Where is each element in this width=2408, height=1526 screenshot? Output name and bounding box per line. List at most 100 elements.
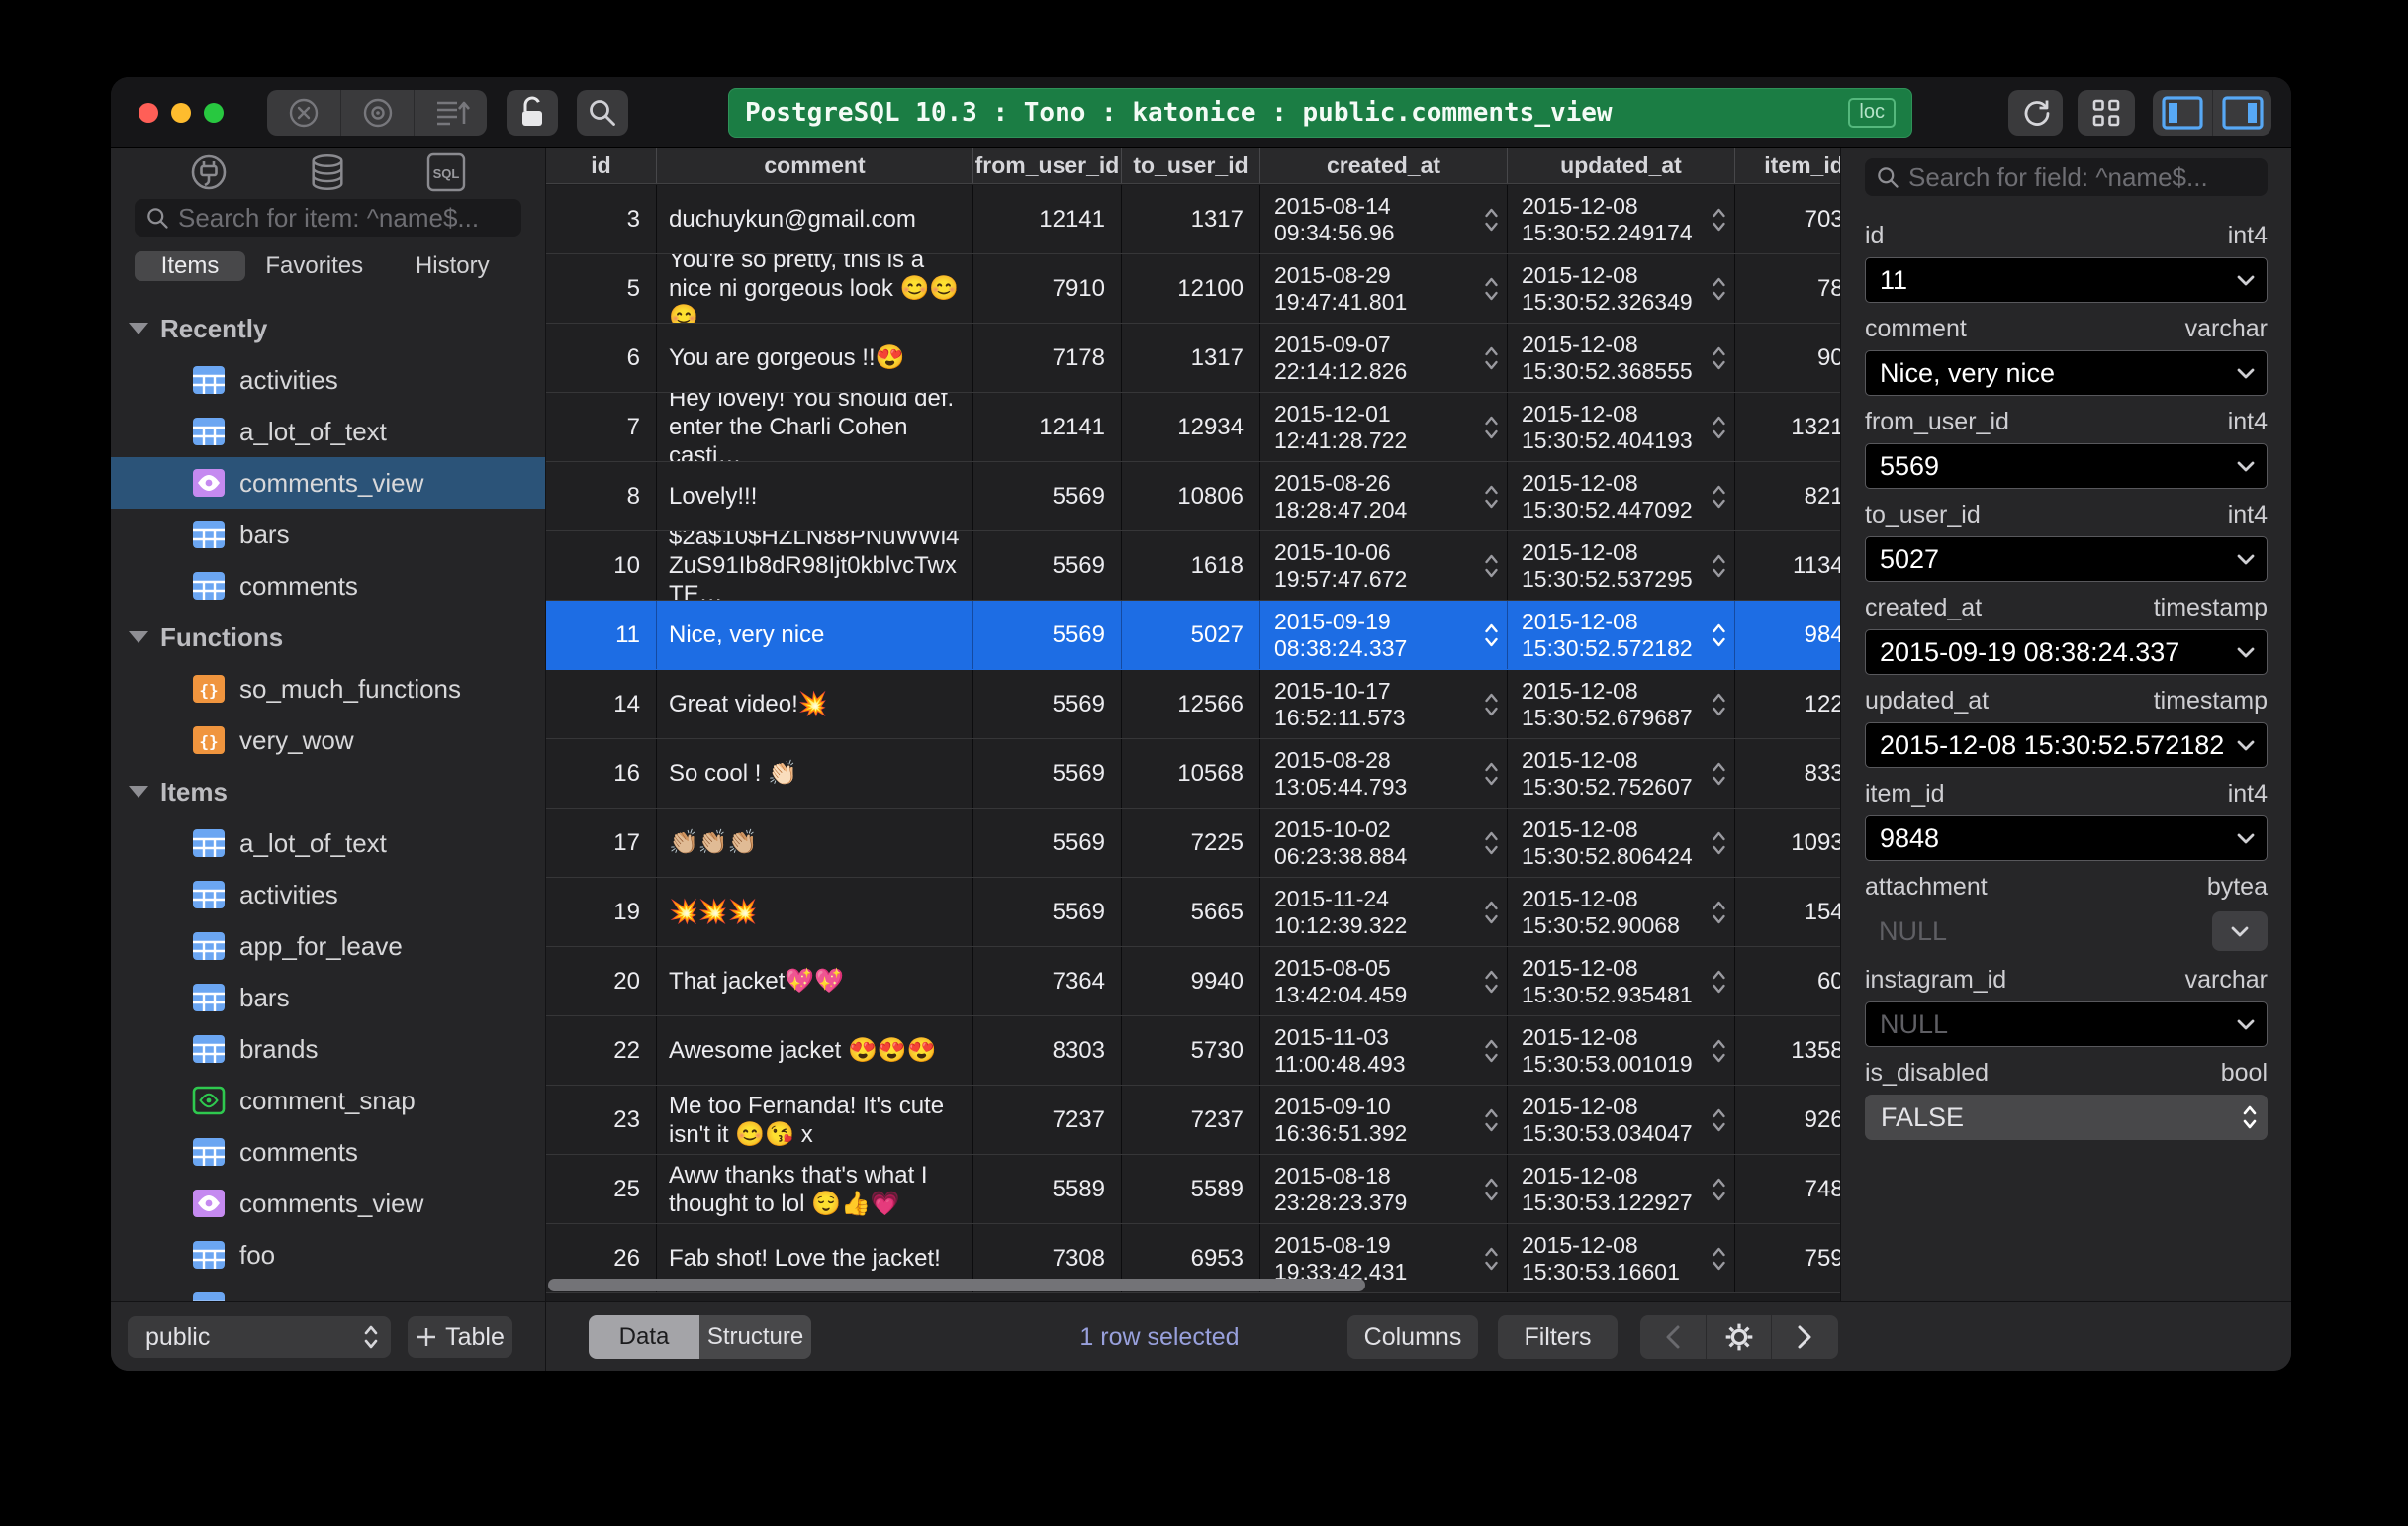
cell-item-id[interactable]: 7034 [1735,185,1840,253]
cell-item-id[interactable]: 9848 [1735,601,1840,669]
cell-updated-at[interactable]: 2015-12-08 15:30:53.034047 [1508,1086,1735,1154]
target-button[interactable] [340,90,414,136]
cell-item-id[interactable]: 1227 [1735,670,1840,738]
cell-id[interactable]: 10 [546,531,657,600]
cell-to-user-id[interactable]: 1317 [1122,324,1260,392]
timestamp-stepper[interactable] [1484,1175,1499,1204]
cell-item-id[interactable]: 8339 [1735,739,1840,808]
cell-to-user-id[interactable]: 5665 [1122,878,1260,946]
sidebar-item-comments[interactable]: comments [111,560,545,612]
cell-updated-at[interactable]: 2015-12-08 15:30:52.572182 [1508,601,1735,669]
column-header-comment[interactable]: comment [657,148,973,183]
cell-id[interactable]: 25 [546,1155,657,1223]
cell-id[interactable]: 20 [546,947,657,1015]
table-search-button[interactable] [577,90,628,136]
cell-from-user-id[interactable]: 5569 [973,601,1122,669]
timestamp-stepper[interactable] [1712,274,1726,304]
sidebar-item-a_lot_of_text[interactable]: a_lot_of_text [111,406,545,457]
cell-updated-at[interactable]: 2015-12-08 15:30:52.447092 [1508,462,1735,530]
cell-id[interactable]: 7 [546,393,657,461]
cell-id[interactable]: 5 [546,254,657,323]
column-header-item_id[interactable]: item_id [1735,148,1840,183]
cell-from-user-id[interactable]: 8303 [973,1016,1122,1085]
database-icon[interactable] [307,151,348,193]
cell-created-at[interactable]: 2015-11-24 10:12:39.322 [1260,878,1508,946]
sidebar-item-comments[interactable]: comments [111,1126,545,1178]
cell-to-user-id[interactable]: 12934 [1122,393,1260,461]
table-row-id-11[interactable]: 11 Nice, very nice 5569 5027 2015-09-19 08:38… [546,601,1840,670]
cell-to-user-id[interactable]: 9940 [1122,947,1260,1015]
cell-id[interactable]: 14 [546,670,657,738]
columns-button[interactable]: Columns [1347,1315,1478,1359]
timestamp-stepper[interactable] [1712,759,1726,789]
cell-created-at[interactable]: 2015-08-18 23:28:23.379 [1260,1155,1508,1223]
column-header-created_at[interactable]: created_at [1260,148,1508,183]
connection-title-bar[interactable]: PostgreSQL 10.3 : Tono : katonice : publ… [728,88,1912,138]
tab-structure[interactable]: Structure [699,1315,811,1359]
timestamp-stepper[interactable] [1484,343,1499,373]
cell-item-id[interactable]: 10933 [1735,809,1840,877]
cell-id[interactable]: 23 [546,1086,657,1154]
sidebar-group-header[interactable]: Recently [111,303,545,354]
cell-created-at[interactable]: 2015-08-29 19:47:41.801 [1260,254,1508,323]
timestamp-stepper[interactable] [1712,828,1726,858]
timestamp-stepper[interactable] [1484,759,1499,789]
cell-from-user-id[interactable]: 5569 [973,462,1122,530]
updated_at-value-dropdown[interactable]: 2015-12-08 15:30:52.572182 [1865,722,2268,768]
cell-comment[interactable]: 👏🏼👏🏼👏🏼 [657,809,973,877]
cell-item-id[interactable]: 608 [1735,947,1840,1015]
sidebar-item-activities[interactable]: activities [111,354,545,406]
cell-created-at[interactable]: 2015-09-07 22:14:12.826 [1260,324,1508,392]
sidebar-item-comment_snap[interactable]: comment_snap [111,1075,545,1126]
cell-updated-at[interactable]: 2015-12-08 15:30:52.679687 [1508,670,1735,738]
timestamp-stepper[interactable] [1712,898,1726,927]
timestamp-stepper[interactable] [1712,1036,1726,1066]
cell-from-user-id[interactable]: 12141 [973,393,1122,461]
table-row-id-17[interactable]: 17 👏🏼👏🏼👏🏼 5569 7225 2015-10-02 06:23:38.884 20… [546,809,1840,878]
cell-comment[interactable]: $2a$10$HZLN88PNuWWi4ZuS91Ib8dR98Ijt0kblv… [657,531,973,600]
cell-comment[interactable]: Hey lovely! You should def. enter the Ch… [657,393,973,461]
cell-comment[interactable]: 💥💥💥 [657,878,973,946]
cell-comment[interactable]: duchuykun@gmail.com [657,185,973,253]
cell-to-user-id[interactable]: 1618 [1122,531,1260,600]
cell-item-id[interactable]: 13213 [1735,393,1840,461]
comment-value-dropdown[interactable]: Nice, very nice [1865,350,2268,396]
table-row-id-10[interactable]: 10 $2a$10$HZLN88PNuWWi4ZuS91Ib8dR98Ijt0kb… [546,531,1840,601]
cell-from-user-id[interactable]: 5569 [973,739,1122,808]
titlebar[interactable]: PostgreSQL 10.3 : Tono : katonice : publ… [111,77,2291,148]
timestamp-stepper[interactable] [1712,413,1726,442]
cell-item-id[interactable]: 13580 [1735,1016,1840,1085]
cell-from-user-id[interactable]: 7178 [973,324,1122,392]
timestamp-stepper[interactable] [1484,1244,1499,1274]
toggle-right-sidebar-button[interactable] [2212,90,2271,136]
cell-created-at[interactable]: 2015-08-26 18:28:47.204 [1260,462,1508,530]
timestamp-stepper[interactable] [1484,620,1499,650]
cell-item-id[interactable]: 789 [1735,254,1840,323]
sidebar-item-bars[interactable]: bars [111,509,545,560]
cell-to-user-id[interactable]: 5589 [1122,1155,1260,1223]
id-value-dropdown[interactable]: 11 [1865,257,2268,303]
timestamp-stepper[interactable] [1484,205,1499,235]
timestamp-stepper[interactable] [1712,967,1726,997]
attachment-dropdown-button[interactable] [2212,911,2268,951]
timestamp-stepper[interactable] [1484,1105,1499,1135]
timestamp-stepper[interactable] [1712,1175,1726,1204]
cell-id[interactable]: 11 [546,601,657,669]
cell-id[interactable]: 8 [546,462,657,530]
grid-view-button[interactable] [2078,90,2135,136]
timestamp-stepper[interactable] [1712,205,1726,235]
table-row-id-7[interactable]: 7 Hey lovely! You should def. enter the C… [546,393,1840,462]
table-row-id-8[interactable]: 8 Lovely!!! 5569 10806 2015-08-26 18:28:47.20… [546,462,1840,531]
cell-updated-at[interactable]: 2015-12-08 15:30:52.90068 [1508,878,1735,946]
cell-item-id[interactable]: 9263 [1735,1086,1840,1154]
cell-created-at[interactable]: 2015-09-19 08:38:24.337 [1260,601,1508,669]
next-page-button[interactable] [1771,1315,1836,1359]
refresh-button[interactable] [2008,90,2063,136]
cell-item-id[interactable]: 8210 [1735,462,1840,530]
cell-created-at[interactable]: 2015-10-02 06:23:38.884 [1260,809,1508,877]
table-row-id-22[interactable]: 22 Awesome jacket 😍😍😍 8303 5730 2015-11-03 11… [546,1016,1840,1086]
cell-comment[interactable]: Lovely!!! [657,462,973,530]
cell-to-user-id[interactable]: 12100 [1122,254,1260,323]
cell-to-user-id[interactable]: 7225 [1122,809,1260,877]
cell-created-at[interactable]: 2015-08-28 13:05:44.793 [1260,739,1508,808]
